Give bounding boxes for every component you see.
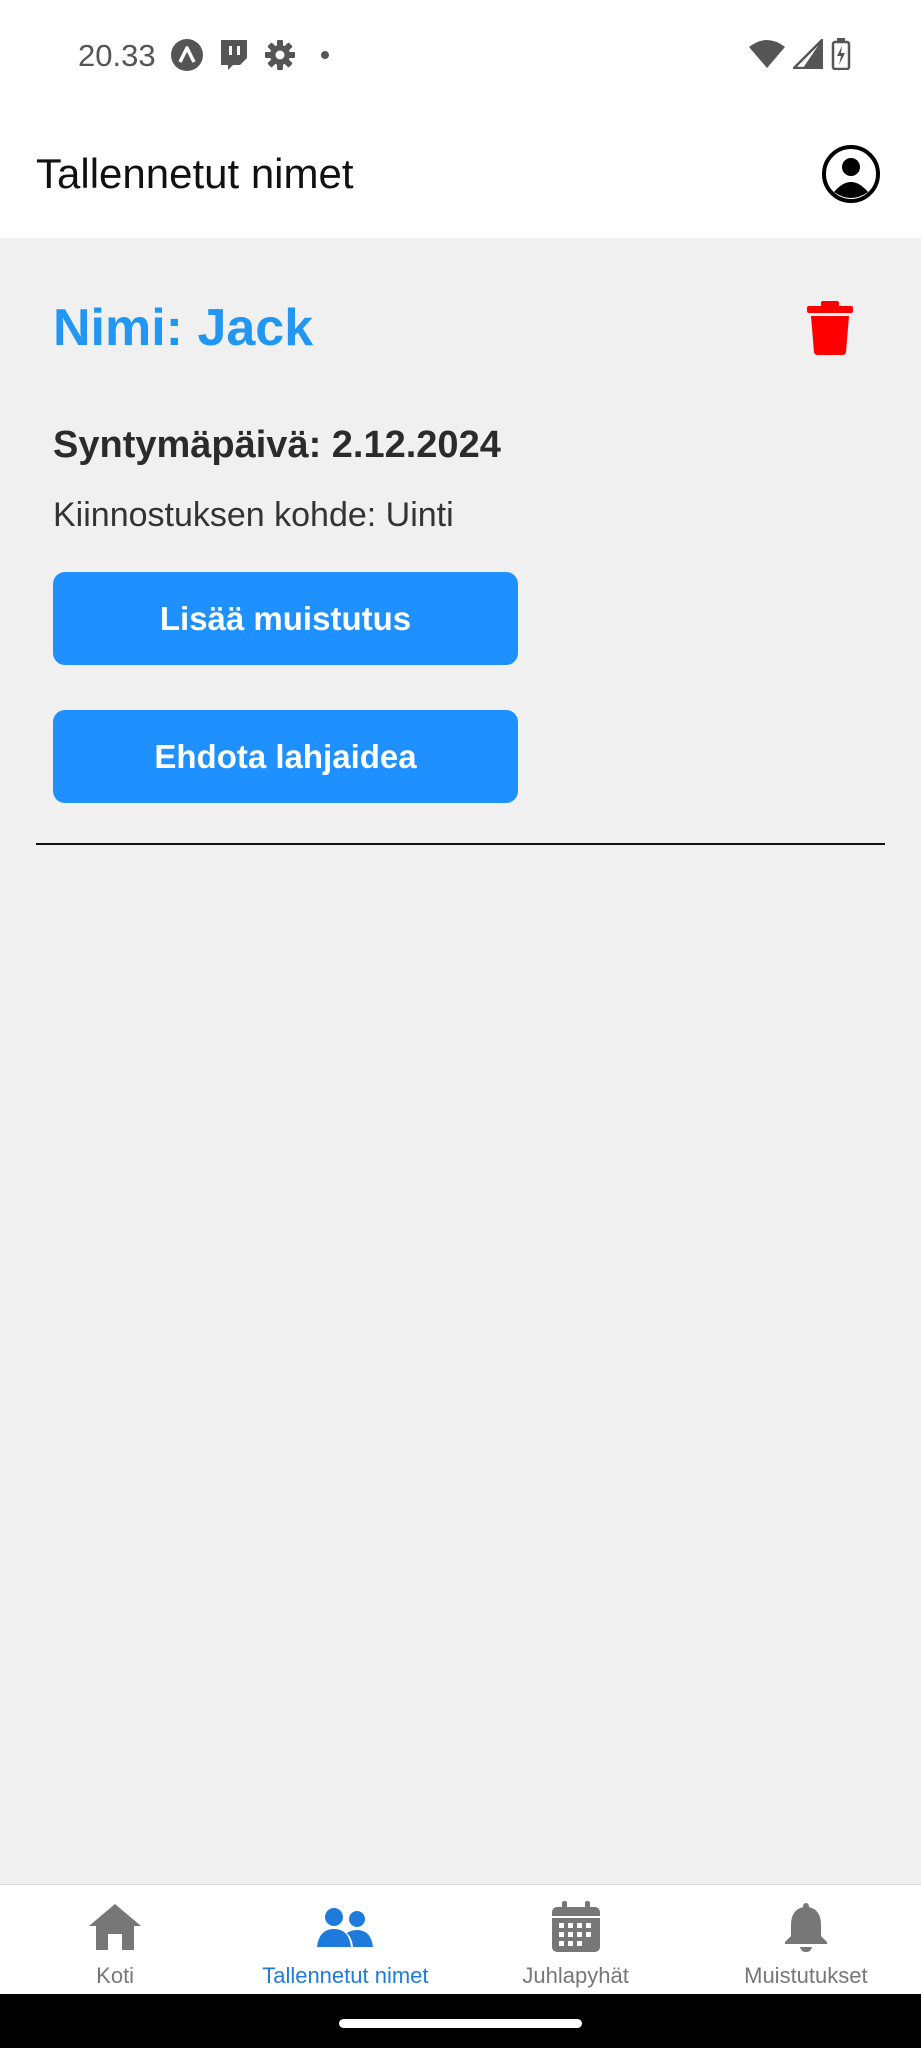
home-gesture-handle[interactable]: [339, 2019, 582, 2028]
battery-charging-icon: [831, 38, 851, 75]
profile-button[interactable]: [821, 144, 881, 204]
birthday-text: Syntymäpäivä: 2.12.2024: [53, 424, 501, 466]
gear-icon: [264, 39, 296, 76]
trash-icon: [807, 301, 853, 355]
gesture-bar: [0, 1994, 921, 2048]
nav-label-saved-names: Tallennetut nimet: [262, 1963, 429, 1988]
person-name: Nimi: Jack: [53, 299, 314, 357]
saved-person-card: Nimi: Jack Syntymäpäivä: 2.12.2024 Kiinn…: [0, 238, 921, 1884]
status-bar: 20.33: [0, 0, 921, 114]
nav-label-reminders: Muistutukset: [744, 1963, 868, 1988]
status-time: 20.33: [78, 38, 156, 73]
people-icon: [315, 1897, 375, 1957]
wifi-icon: [749, 39, 785, 74]
app-header: Tallennetut nimet: [0, 114, 921, 238]
calendar-icon: [546, 1897, 606, 1957]
system-icons: [749, 36, 851, 75]
bottom-nav: Koti Tallennetut nimet Juhlapyhät Muistu…: [0, 1884, 921, 1994]
divider: [36, 843, 885, 845]
nav-item-home[interactable]: Koti: [0, 1885, 230, 1994]
suggest-gift-button[interactable]: Ehdota lahjaidea: [53, 710, 518, 803]
twitch-icon: [218, 38, 250, 77]
page-title: Tallennetut nimet: [36, 150, 354, 197]
signal-icon: [790, 36, 824, 74]
delete-button[interactable]: [805, 300, 855, 356]
nav-item-saved-names[interactable]: Tallennetut nimet: [230, 1885, 460, 1994]
nav-item-holidays[interactable]: Juhlapyhät: [461, 1885, 691, 1994]
home-icon: [85, 1897, 145, 1957]
account-circle-icon: [822, 145, 880, 203]
nav-label-home: Koti: [96, 1963, 135, 1988]
nav-item-reminders[interactable]: Muistutukset: [691, 1885, 921, 1994]
notification-icons: [170, 38, 340, 77]
dot-icon: [310, 40, 340, 75]
nav-label-holidays: Juhlapyhät: [522, 1963, 629, 1988]
interest-text: Kiinnostuksen kohde: Uinti: [53, 496, 454, 534]
bell-icon: [776, 1897, 836, 1957]
arrow-up-circle-icon: [170, 38, 204, 77]
add-reminder-button[interactable]: Lisää muistutus: [53, 572, 518, 665]
